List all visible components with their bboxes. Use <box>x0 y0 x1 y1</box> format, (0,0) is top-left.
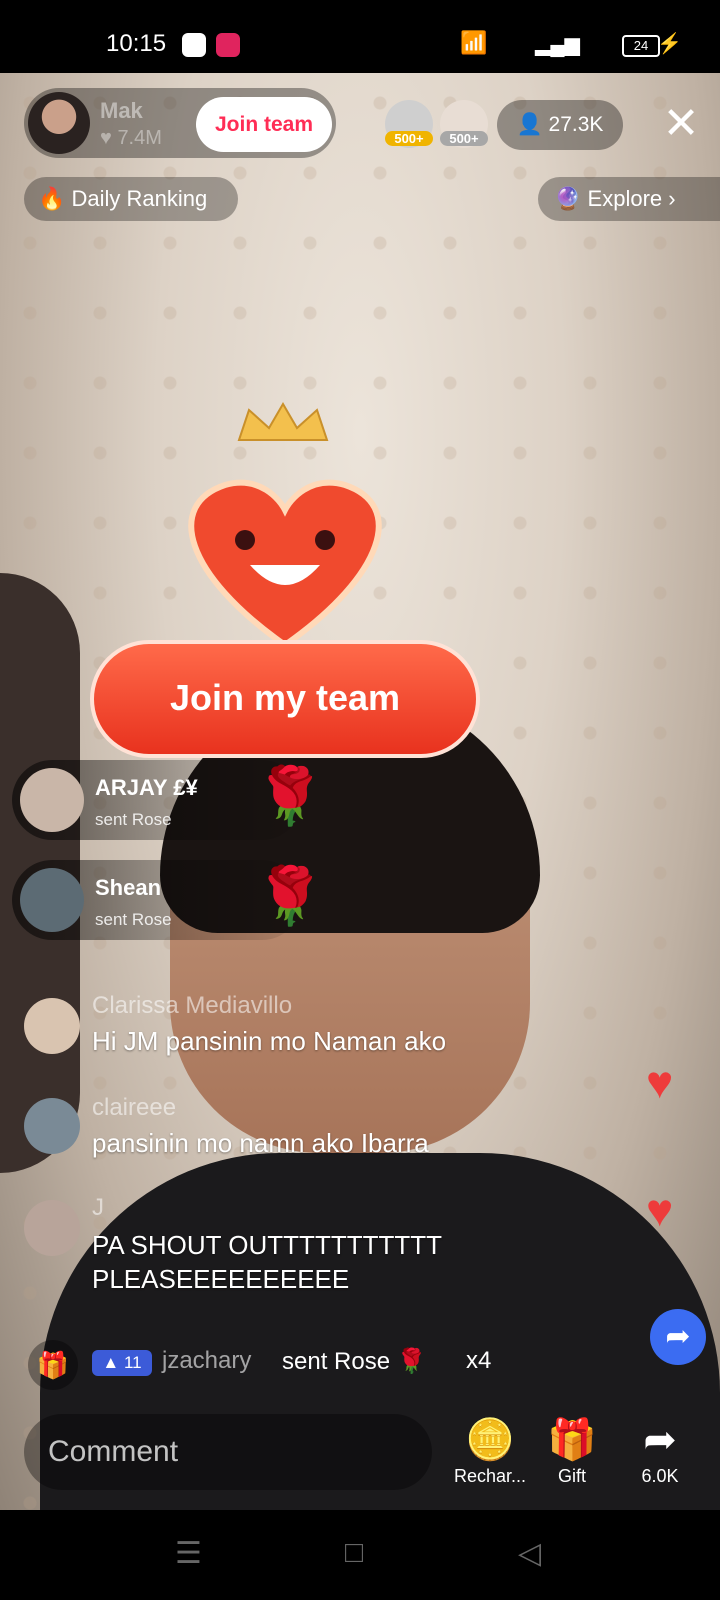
explore-button[interactable]: 🔮 Explore › <box>538 177 720 221</box>
menu-icon[interactable]: ☰ <box>175 1536 202 1571</box>
commenter-name[interactable]: Clarissa Mediavillo <box>92 992 292 1020</box>
gift-icon: 🎁 <box>547 1418 597 1462</box>
gift-line-user[interactable]: jzachary <box>162 1347 251 1375</box>
status-time: 10:15 <box>106 30 167 57</box>
gift-label: Gift <box>557 1466 586 1486</box>
viewer-count[interactable]: 👤 27.3K <box>497 100 623 150</box>
daily-ranking-button[interactable]: 🔥 Daily Ranking <box>24 177 238 221</box>
chevron-right-icon: › <box>668 186 676 211</box>
commenter-name[interactable]: claireee <box>92 1094 176 1122</box>
top-gifter-badge: 500+ <box>440 131 488 146</box>
gift-sender-avatar[interactable] <box>20 768 84 832</box>
host-likes: ♥ 7.4M <box>100 127 162 149</box>
host-avatar[interactable] <box>28 92 90 154</box>
explore-icon: 🔮 <box>554 186 582 211</box>
recharge-icon: 🪙 <box>465 1418 515 1462</box>
recharge-label: Rechar... <box>453 1466 527 1486</box>
floating-heart-icon: ♥ <box>646 1056 674 1108</box>
gift-line-action: sent Rose <box>282 1348 391 1375</box>
comment-input[interactable]: Comment <box>24 1414 432 1490</box>
fire-icon: 🔥 <box>38 186 66 211</box>
gift-line-count: x4 <box>466 1347 492 1374</box>
wifi-icon: 📶 <box>460 30 488 55</box>
gift-sender-name: ARJAY £¥ <box>95 775 198 800</box>
share-icon: ➦ <box>643 1418 677 1462</box>
explore-label: Explore <box>587 186 663 211</box>
commenter-name[interactable]: J <box>92 1194 104 1222</box>
commenter-avatar[interactable] <box>24 998 80 1054</box>
screen-record-icon <box>182 33 206 57</box>
signal-icon: ▂▄▆ <box>535 34 580 56</box>
gift-line-text: sent Rose 🌹 <box>282 1347 427 1376</box>
comment-text: pansinin mo namn ako Ibarra <box>92 1128 429 1158</box>
gift-box-icon[interactable]: 🎁 <box>28 1340 78 1390</box>
join-my-team-button[interactable]: Join my team <box>90 640 480 758</box>
share-arrow-icon[interactable]: ➦ <box>650 1309 706 1365</box>
gift-sender-name: Shean <box>95 875 162 900</box>
share-button[interactable]: ➦ 6.0K <box>628 1416 692 1487</box>
host-name: Mak <box>100 98 143 123</box>
floating-heart-icon: ♥ <box>646 1184 674 1236</box>
back-icon[interactable]: ◁ <box>518 1536 541 1571</box>
comment-text: Hi JM pansinin mo Naman ako <box>92 1026 447 1056</box>
close-icon[interactable]: ✕ <box>660 102 702 146</box>
level-badge-value: 11 <box>123 1353 142 1372</box>
viewer-count-value: 27.3K <box>548 113 604 136</box>
crown-icon <box>237 402 329 441</box>
join-team-button[interactable]: Join team <box>196 97 332 152</box>
rose-icon: 🌹 <box>396 1348 427 1375</box>
gift-action: sent Rose <box>95 910 172 929</box>
system-nav-bar: ☰ □ ◁ <box>0 1510 720 1600</box>
video-call-icon <box>216 33 240 57</box>
top-gifter-badge: 500+ <box>385 131 433 146</box>
gift-sender-avatar[interactable] <box>20 868 84 932</box>
gift-button[interactable]: 🎁 Gift <box>544 1416 600 1487</box>
comment-text: PA SHOUT OUTTTTTTTTTTT PLEASEEEEEEEEEE <box>92 1230 442 1294</box>
home-icon[interactable]: □ <box>345 1536 363 1570</box>
share-count: 6.0K <box>641 1466 679 1486</box>
commenter-avatar[interactable] <box>24 1098 80 1154</box>
status-bar: 10:15 📶 ▂▄▆ 24 ⚡ <box>0 0 720 73</box>
commenter-avatar[interactable] <box>24 1200 80 1256</box>
heart-mascot-icon[interactable] <box>165 465 405 655</box>
battery-icon: 24 <box>622 35 660 57</box>
daily-ranking-label: Daily Ranking <box>71 186 208 211</box>
charging-icon: ⚡ <box>657 33 682 55</box>
rose-icon: 🌹 <box>255 764 325 827</box>
level-badge: ▲ 11 <box>92 1350 152 1376</box>
gift-action: sent Rose <box>95 810 172 829</box>
rose-icon: 🌹 <box>255 864 325 927</box>
recharge-button[interactable]: 🪙 Rechar... <box>448 1416 532 1487</box>
host-likes-value: 7.4M <box>117 127 162 149</box>
